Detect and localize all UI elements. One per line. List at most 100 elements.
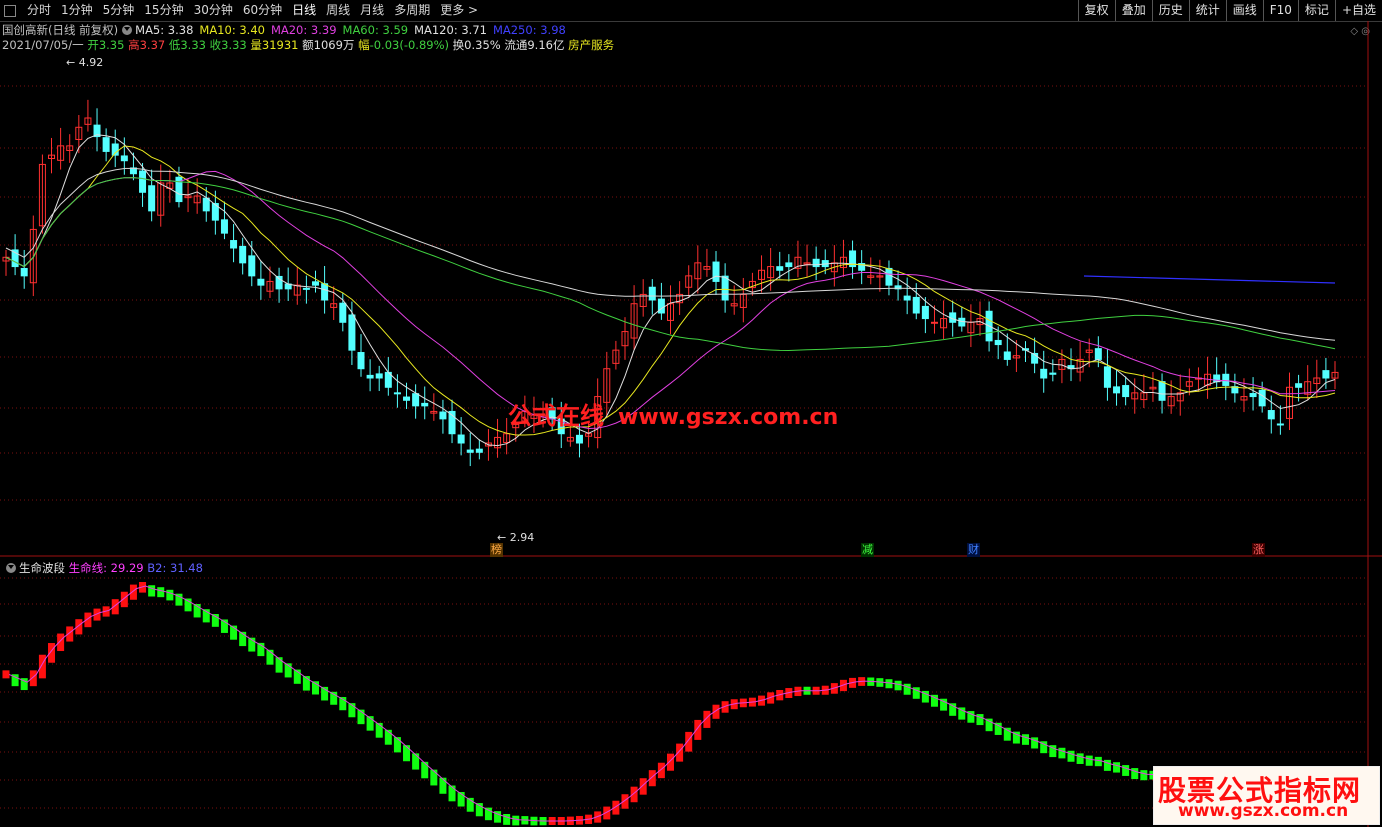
candle-body-71	[648, 286, 656, 301]
candle-body-50	[457, 434, 465, 444]
osc-bar-3	[29, 670, 37, 687]
candle-body-89	[812, 258, 820, 268]
osc-bar-53	[484, 807, 492, 821]
candle-body-15	[139, 170, 147, 193]
osc-bar-98	[894, 680, 902, 691]
candle-body-22	[202, 197, 210, 212]
osc-bar-46	[421, 761, 429, 779]
osc-bar-30	[275, 657, 283, 673]
candle-body-99	[903, 295, 911, 301]
osc-bar-107	[976, 714, 984, 726]
osc-bar-55	[503, 814, 511, 825]
osc-bar-43	[393, 737, 401, 753]
osc-bar-14	[129, 584, 137, 600]
osc-bar-44	[403, 745, 411, 762]
osc-bar-97	[885, 679, 893, 689]
osc-bar-116	[1058, 747, 1066, 759]
osc-bar-9	[84, 612, 92, 628]
osc-bar-71	[648, 770, 656, 787]
candle-body-85	[776, 266, 784, 271]
indicator-name: 生命波段	[19, 561, 65, 575]
indicator-line1: 生命线: 29.29	[68, 561, 144, 575]
osc-bar-121	[1103, 759, 1111, 771]
candle-body-122	[1113, 386, 1121, 394]
candle-body-123	[1122, 385, 1130, 398]
candle-body-11	[102, 137, 110, 152]
candle-body-51	[466, 449, 474, 453]
candle-body-13	[120, 155, 128, 162]
osc-bar-77	[703, 710, 711, 728]
osc-bar-17	[157, 587, 165, 598]
candle-body-39	[357, 352, 365, 370]
osc-bar-69	[630, 786, 638, 803]
candle-body-63	[575, 434, 583, 444]
candle-body-26	[239, 245, 247, 264]
candle-body-40	[366, 374, 374, 379]
marker-zhang[interactable]: 涨	[1252, 543, 1265, 557]
candle-body-37	[339, 302, 347, 323]
candle-body-137	[1249, 393, 1257, 398]
candle-body-48	[439, 411, 447, 420]
osc-bar-12	[111, 599, 119, 615]
watermark-cn: 公式在线	[508, 402, 604, 430]
candle-body-52	[475, 448, 483, 453]
candle-body-127	[1158, 381, 1166, 401]
site-logo: 股票公式指标网 www.gszx.com.cn	[1153, 766, 1380, 825]
candle-body-41	[375, 373, 383, 379]
osc-bar-124	[1131, 768, 1139, 780]
osc-bar-108	[985, 718, 993, 732]
watermark-url: www.gszx.com.cn	[618, 405, 839, 430]
candle-body-45	[412, 393, 420, 407]
candle-body-25	[230, 240, 238, 249]
osc-bar-75	[685, 731, 693, 752]
osc-bar-72	[657, 762, 665, 779]
candle-body-140	[1276, 423, 1284, 426]
marker-bang[interactable]: 榜	[490, 543, 503, 557]
candle-body-44	[403, 396, 411, 401]
candle-body-27	[248, 255, 256, 277]
candle-body-114	[1040, 368, 1048, 379]
marker-jian[interactable]: 减	[861, 543, 874, 557]
candle-body-79	[721, 275, 729, 301]
candle-body-35	[321, 283, 329, 301]
indicator-line2: B2: 31.48	[147, 561, 203, 575]
candle-body-78	[712, 261, 720, 282]
osc-bar-119	[1085, 755, 1093, 766]
candle-body-2	[20, 267, 28, 277]
high-annotation: ← 4.92	[66, 56, 103, 69]
candle-body-46	[421, 402, 429, 407]
logo-url: www.gszx.com.cn	[1178, 801, 1349, 821]
candle-body-86	[785, 262, 793, 268]
candle-body-101	[921, 305, 929, 320]
indicator-header: 生命波段 生命线: 29.29 B2: 31.48	[2, 560, 203, 576]
osc-bar-6	[57, 633, 65, 652]
candle-body-16	[148, 185, 156, 212]
marker-cai[interactable]: 财	[967, 543, 980, 557]
candle-body-38	[348, 314, 356, 351]
osc-bar-68	[621, 794, 629, 809]
candle-body-110	[1003, 351, 1011, 360]
candle-body-28	[257, 278, 265, 286]
candle-body-34	[311, 281, 319, 286]
osc-bar-70	[639, 778, 647, 795]
osc-bar-76	[694, 719, 702, 740]
osc-bar-120	[1094, 756, 1102, 767]
osc-bar-8	[75, 619, 83, 635]
osc-bar-48	[439, 777, 447, 794]
osc-bar-5	[48, 643, 56, 663]
candle-body-120	[1094, 348, 1102, 360]
osc-bar-7	[66, 626, 74, 642]
indicator-dropdown-icon[interactable]	[6, 563, 16, 573]
osc-bar-0	[2, 670, 10, 679]
candle-body-145	[1322, 370, 1330, 379]
candle-body-33	[302, 287, 310, 290]
osc-bar-4	[38, 654, 46, 679]
candle-body-138	[1258, 389, 1266, 407]
osc-bar-123	[1122, 765, 1130, 776]
ma250-line	[1083, 275, 1336, 284]
candle-body-121	[1103, 366, 1111, 388]
candle-body-115	[1049, 372, 1057, 375]
osc-bar-104	[949, 703, 957, 716]
osc-bar-117	[1067, 750, 1075, 762]
osc-bar-47	[430, 769, 438, 786]
